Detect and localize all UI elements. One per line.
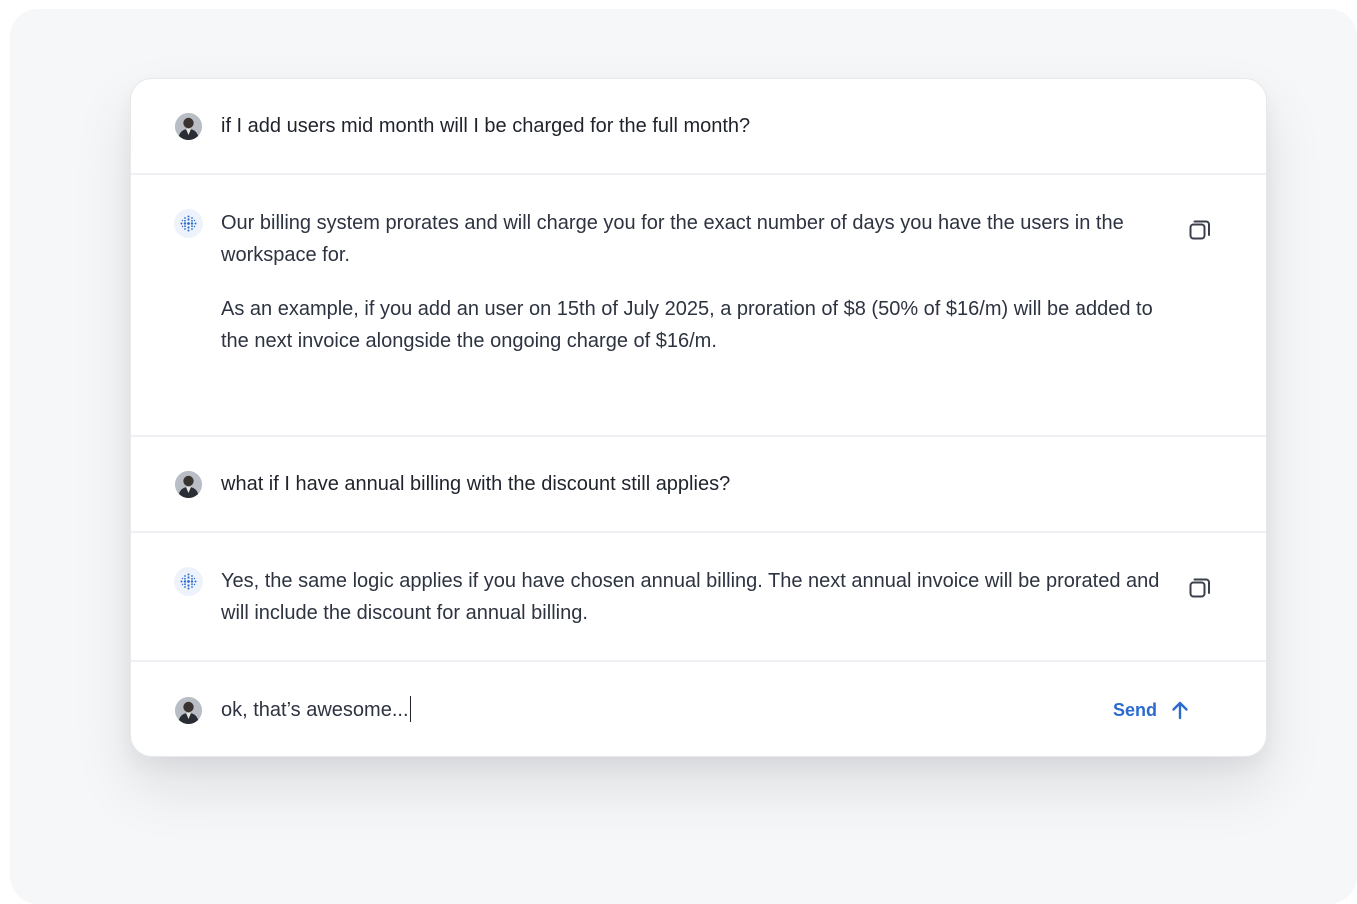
message-input-value: ok, that’s awesome... (221, 699, 409, 721)
user-message: if I add users mid month will I be charg… (221, 110, 1171, 142)
copy-button[interactable] (1185, 573, 1215, 603)
user-avatar-icon (175, 113, 202, 140)
send-button-label: Send (1113, 699, 1158, 720)
ai-assistant-icon (174, 567, 203, 596)
user-avatar-icon (175, 697, 202, 724)
user-avatar-icon (175, 471, 202, 498)
text-caret (409, 696, 411, 722)
copy-button[interactable] (1185, 215, 1215, 245)
copy-icon (1189, 578, 1210, 598)
ai-assistant-icon (174, 209, 203, 238)
divider (131, 660, 1266, 662)
assistant-message-paragraph: As an example, if you add an user on 15t… (221, 298, 1153, 352)
assistant-message-paragraph: Our billing system prorates and will cha… (221, 212, 1124, 266)
divider (131, 173, 1266, 175)
user-message-text: if I add users mid month will I be charg… (221, 115, 751, 137)
assistant-message: Yes, the same logic applies if you have … (221, 565, 1171, 629)
arrow-up-icon (1172, 701, 1188, 720)
page-background: if I add users mid month will I be charg… (10, 9, 1357, 904)
assistant-message-paragraph: Yes, the same logic applies if you have … (221, 570, 1160, 624)
chat-panel: if I add users mid month will I be charg… (130, 78, 1267, 757)
user-message-text: what if I have annual billing with the d… (221, 473, 731, 495)
copy-icon (1189, 220, 1210, 240)
user-message: what if I have annual billing with the d… (221, 468, 1171, 500)
assistant-message: Our billing system prorates and will cha… (221, 207, 1171, 357)
divider (131, 531, 1266, 533)
send-button[interactable]: Send (1113, 694, 1191, 726)
message-input[interactable]: ok, that’s awesome... (221, 693, 1101, 727)
divider (131, 435, 1266, 437)
